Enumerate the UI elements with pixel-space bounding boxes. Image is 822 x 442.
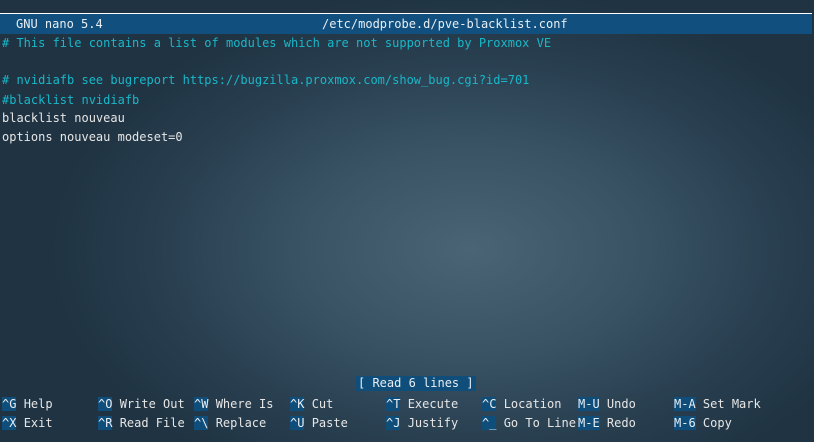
shortcut-label: Go To Line xyxy=(503,416,576,430)
shortcut-label: Read File xyxy=(119,416,185,430)
shortcut-key: ^J xyxy=(386,416,401,430)
shortcut-key: ^C xyxy=(482,397,497,411)
shortcut-key: ^G xyxy=(2,397,17,411)
shortcut-read-file[interactable]: ^R Read File xyxy=(98,415,185,431)
shortcut-cut[interactable]: ^K Cut xyxy=(290,396,333,412)
editor-line[interactable]: # This file contains a list of modules w… xyxy=(2,34,551,52)
file-path: /etc/modprobe.d/pve-blacklist.conf xyxy=(322,17,568,31)
status-message: [ Read 6 lines ] xyxy=(356,376,476,391)
shortcut-label: Location xyxy=(503,397,562,411)
shortcut-label: Redo xyxy=(606,416,636,430)
editor-line[interactable]: blacklist nouveau xyxy=(2,109,125,127)
shortcut-key: ^K xyxy=(290,397,305,411)
shortcut-label: Write Out xyxy=(119,397,185,411)
shortcut-where-is[interactable]: ^W Where Is xyxy=(194,396,273,412)
shortcut-write-out[interactable]: ^O Write Out xyxy=(98,396,185,412)
shortcut-go-to-line[interactable]: ^_ Go To Line xyxy=(482,415,576,431)
editor-line[interactable]: options nouveau modeset=0 xyxy=(2,128,183,146)
shortcut-key: ^T xyxy=(386,397,401,411)
app-version: GNU nano 5.4 xyxy=(16,17,103,31)
shortcut-label: Undo xyxy=(606,397,636,411)
shortcut-help[interactable]: ^G Help xyxy=(2,396,53,412)
terminal-window: GNU nano 5.4 /etc/modprobe.d/pve-blackli… xyxy=(0,0,822,442)
shortcut-justify[interactable]: ^J Justify xyxy=(386,415,458,431)
shortcut-execute[interactable]: ^T Execute xyxy=(386,396,458,412)
shortcut-label: Help xyxy=(23,397,53,411)
shortcut-key: ^R xyxy=(98,416,113,430)
shortcut-label: Set Mark xyxy=(702,397,761,411)
shortcut-key: ^\ xyxy=(194,416,209,430)
shortcut-key: M-U xyxy=(578,397,600,411)
shortcut-label: Execute xyxy=(407,397,459,411)
shortcut-key: M-6 xyxy=(674,416,696,430)
shortcut-location[interactable]: ^C Location xyxy=(482,396,561,412)
shortcut-label: Replace xyxy=(215,416,267,430)
shortcut-label: Exit xyxy=(23,416,53,430)
shortcut-label: Cut xyxy=(311,397,334,411)
shortcut-exit[interactable]: ^X Exit xyxy=(2,415,53,431)
shortcut-set-mark[interactable]: M-A Set Mark xyxy=(674,396,761,412)
shortcut-key: ^W xyxy=(194,397,209,411)
shortcut-undo[interactable]: M-U Undo xyxy=(578,396,636,412)
shortcut-key: ^X xyxy=(2,416,17,430)
shortcut-key: ^O xyxy=(98,397,113,411)
shortcut-paste[interactable]: ^U Paste xyxy=(290,415,348,431)
shortcut-label: Copy xyxy=(702,416,732,430)
editor-line[interactable]: # nvidiafb see bugreport https://bugzill… xyxy=(2,71,529,89)
shortcut-replace[interactable]: ^\ Replace xyxy=(194,415,266,431)
shortcut-copy[interactable]: M-6 Copy xyxy=(674,415,732,431)
shortcut-key: M-E xyxy=(578,416,600,430)
shortcut-label: Where Is xyxy=(215,397,274,411)
shortcut-redo[interactable]: M-E Redo xyxy=(578,415,636,431)
shortcut-label: Paste xyxy=(311,416,348,430)
shortcut-key: ^U xyxy=(290,416,305,430)
nano-title-bar: GNU nano 5.4 /etc/modprobe.d/pve-blackli… xyxy=(0,13,812,34)
editor-line[interactable]: #blacklist nvidiafb xyxy=(2,91,139,109)
shortcut-label: Justify xyxy=(407,416,459,430)
shortcut-key: M-A xyxy=(674,397,696,411)
shortcut-key: ^_ xyxy=(482,416,497,430)
